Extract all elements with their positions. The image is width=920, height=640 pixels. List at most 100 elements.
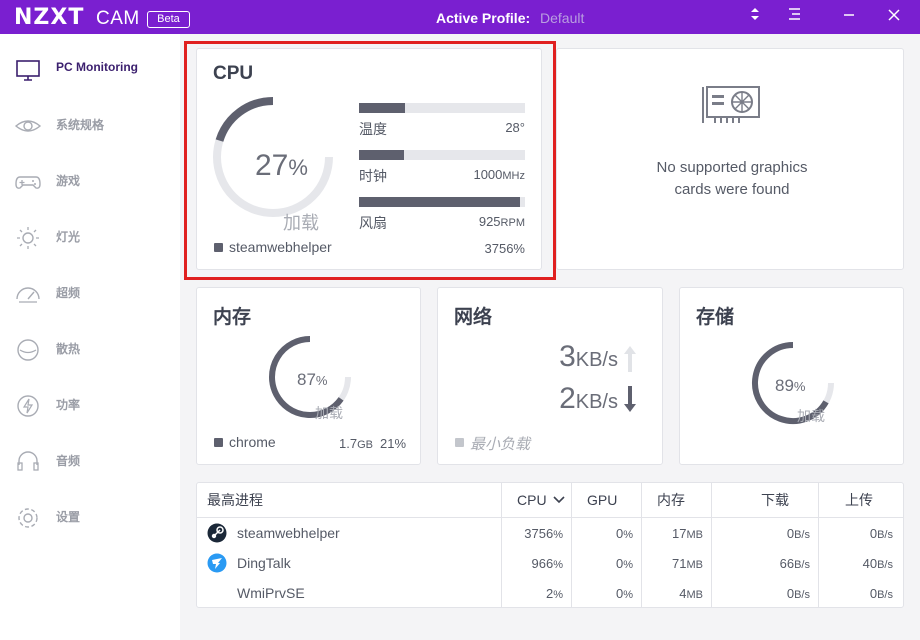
network-status: 最小负载 [470,436,531,453]
process-gpu-unit: % [623,589,633,601]
steam-icon [207,523,227,543]
memory-process-size-unit: GB [357,439,373,451]
process-download-value: 66 [779,556,795,571]
process-download: 66B/s [711,556,810,571]
column-header-gpu[interactable]: GPU [587,483,617,517]
fan-icon [17,339,39,361]
process-memory: 4MB [641,586,703,601]
column-header-memory[interactable]: 内存 [657,483,685,517]
process-upload: 40B/s [818,556,893,571]
download-arrow-icon [624,386,636,412]
process-gpu-unit: % [623,559,633,571]
graphics-card-icon [702,86,760,123]
process-download: 0B/s [711,526,810,541]
network-upload-readout: 3KB/s [518,340,618,374]
process-gpu: 0% [571,556,633,571]
menu-icon [789,8,800,20]
eye-icon [14,120,42,132]
network-title: 网络 [454,307,493,328]
sidebar-item-audio[interactable]: 音频 [0,432,180,488]
sidebar-item-games[interactable]: 游戏 [0,152,180,208]
network-upload-value: 3 [559,340,576,373]
menu-button[interactable] [784,6,806,28]
process-download-unit: B/s [794,529,810,541]
sidebar-item-label: 灯光 [56,230,81,244]
lightning-icon [17,395,39,417]
network-download-readout: 2KB/s [518,382,618,416]
storage-card[interactable]: 存储 89% 加载 [679,287,904,465]
sidebar-item-power[interactable]: 功率 [0,376,180,432]
sidebar-item-lighting[interactable]: 灯光 [0,208,180,264]
process-download: 0B/s [711,586,810,601]
network-status-dot [455,438,464,447]
profile-switch-button[interactable] [744,6,766,28]
cpu-highlight-box [184,41,556,280]
storage-load-label: 加载 [797,408,825,424]
process-gpu: 0% [571,586,633,601]
gpu-empty-message: No supported graphics cards were found [656,159,808,198]
column-header-cpu-label: CPU [517,492,547,508]
table-row[interactable]: DingTalk 966% 0% 71MB 66B/s 40B/s [197,549,903,579]
process-memory: 17MB [641,526,703,541]
process-cpu: 3756% [501,526,563,541]
process-cpu-value: 966 [531,556,554,571]
process-name: DingTalk [237,555,291,571]
table-row[interactable]: steamwebhelper 3756% 0% 17MB 0B/s 0B/s [197,519,903,549]
cam-logo: CAM [96,8,140,29]
sidebar-item-label: 游戏 [56,174,81,188]
process-memory-unit: MB [686,589,704,601]
process-upload-value: 0 [869,526,878,541]
sort-arrows-icon [751,8,759,20]
gpu-card[interactable]: No supported graphics cards were found [556,48,904,270]
active-profile-label: Active Profile: [436,10,531,26]
column-header-download[interactable]: 下载 [761,483,789,517]
close-icon [888,9,900,21]
sidebar-item-cooling[interactable]: 散热 [0,320,180,376]
column-header-cpu[interactable]: CPU [517,483,566,517]
sidebar-item-label: 散热 [56,342,81,356]
storage-load-unit: % [793,379,806,394]
minimize-button[interactable] [838,6,860,28]
gamepad-icon [15,176,41,189]
process-upload-value: 0 [869,586,878,601]
process-cpu-value: 3756 [524,526,554,541]
process-upload-unit: B/s [877,589,893,601]
process-download-value: 0 [786,526,795,541]
table-row[interactable]: WmiPrvSE 2% 0% 4MB 0B/s 0B/s [197,579,903,609]
sidebar-item-pc-monitoring[interactable]: PC Monitoring [0,40,180,96]
headset-icon [17,451,39,471]
process-name: steamwebhelper [237,525,340,541]
memory-card[interactable]: 内存 87% 加载 chrome 1.7GB 21% [196,287,421,465]
memory-load-label: 加载 [315,405,343,421]
memory-top-process-size: 1.7GB [339,436,373,451]
chevron-down-icon [553,496,566,504]
process-cpu-unit: % [553,559,563,571]
process-upload-unit: B/s [877,559,893,571]
process-upload: 0B/s [818,586,893,601]
close-button[interactable] [883,6,905,28]
memory-title: 内存 [213,307,252,328]
process-memory-value: 17 [672,526,687,541]
memory-top-process-percent: 21% [380,436,407,451]
network-card[interactable]: 网络 3KB/s 2KB/s 最小负载 [437,287,663,465]
process-memory-value: 71 [672,556,687,571]
sidebar-item-label: PC Monitoring [56,60,138,74]
sidebar-item-system-specs[interactable]: 系统规格 [0,96,180,152]
process-cpu: 966% [501,556,563,571]
beta-badge: Beta [147,11,190,28]
storage-title: 存储 [696,307,735,328]
storage-load-readout: 89% [775,376,805,396]
sidebar-item-overclocking[interactable]: 超频 [0,264,180,320]
sidebar-item-settings[interactable]: 设置 [0,488,180,544]
gear-icon [18,508,38,528]
header-divider [197,517,903,518]
title-bar: NZXT CAM Beta Active Profile: Default [0,0,920,34]
process-cpu-unit: % [553,529,563,541]
sidebar-item-label: 设置 [56,510,81,524]
process-upload-value: 40 [862,556,878,571]
memory-process-dot [214,438,223,447]
sidebar-item-label: 超频 [56,286,81,300]
column-header-upload[interactable]: 上传 [845,483,873,517]
nzxt-logo: NZXT [14,5,85,30]
active-profile-dropdown[interactable]: Default [540,10,584,26]
